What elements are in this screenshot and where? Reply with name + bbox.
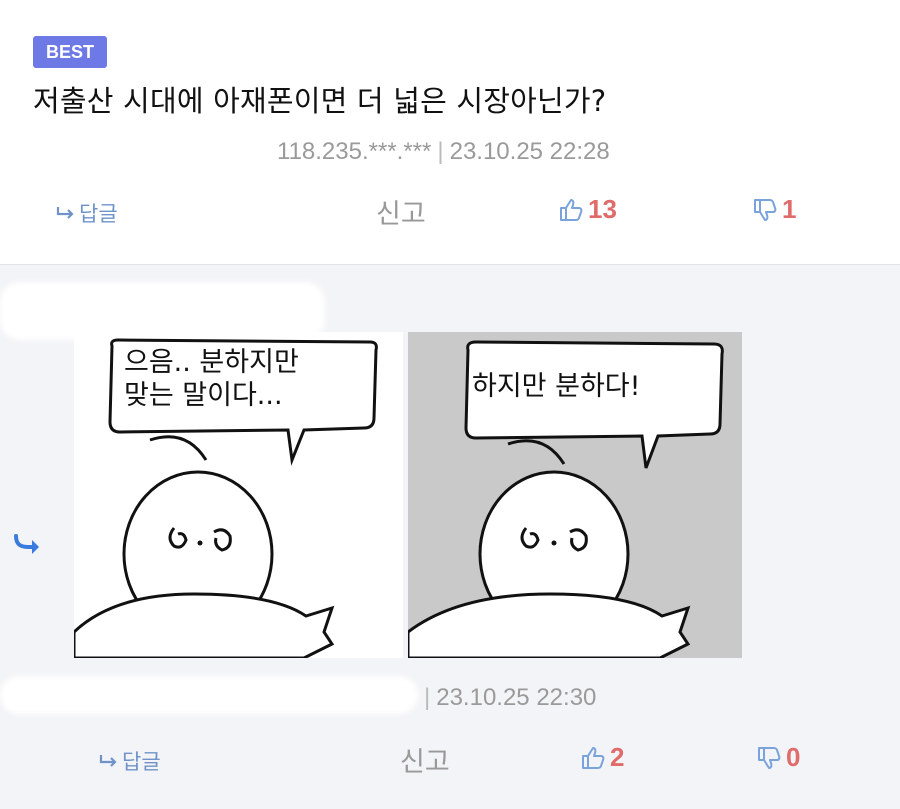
thumbs-down-icon xyxy=(758,746,781,769)
like-button[interactable]: 2 xyxy=(580,742,624,773)
meta-separator: | xyxy=(424,684,431,711)
dislike-count: 0 xyxy=(786,742,801,772)
redacted-ip xyxy=(0,676,418,714)
thumbs-down-icon xyxy=(754,198,777,221)
like-count: 2 xyxy=(610,742,625,772)
reply-meta: | 23.10.25 22:30 xyxy=(418,684,596,712)
reply-date: 23.10.25 22:30 xyxy=(436,684,597,711)
speech-bubble-left: 으음.. 분하지만 맞는 말이다... xyxy=(124,346,299,412)
reply-label: 답글 xyxy=(122,750,161,774)
like-count: 13 xyxy=(588,194,617,224)
comment-ip: 118.235.***.*** xyxy=(277,138,432,165)
thumbs-up-icon xyxy=(582,746,605,769)
reply-label: 답글 xyxy=(79,202,118,226)
meta-separator: | xyxy=(437,138,444,165)
report-button[interactable]: 신고 xyxy=(400,740,450,779)
best-comment: BEST 저출산 시대에 아재폰이면 더 넓은 시장아닌가? 118.235.*… xyxy=(0,0,900,264)
comment-text: 저출산 시대에 아재폰이면 더 넓은 시장아닌가? xyxy=(33,84,607,118)
reply-button[interactable]: 답글 xyxy=(98,746,161,776)
dislike-button[interactable]: 1 xyxy=(752,194,796,225)
speech-line-1: 으음.. 분하지만 xyxy=(124,347,299,378)
dislike-button[interactable]: 0 xyxy=(756,742,800,773)
dislike-count: 1 xyxy=(782,194,797,224)
report-button[interactable]: 신고 xyxy=(376,192,426,231)
best-badge: BEST xyxy=(33,36,108,68)
comment-actions: 답글 신고 13 1 xyxy=(0,190,900,230)
thumbs-up-icon xyxy=(560,198,583,221)
speech-line-2: 맞는 말이다... xyxy=(124,380,283,411)
nested-reply-icon xyxy=(14,534,39,554)
reply-actions: 답글 신고 2 0 xyxy=(0,740,900,780)
reply-button[interactable]: 답글 xyxy=(55,198,118,228)
comment-date: 23.10.25 22:28 xyxy=(449,138,610,165)
comic-panel-right: 하지만 분하다! xyxy=(408,332,742,658)
comic-panel-left: 으음.. 분하지만 맞는 말이다... xyxy=(74,332,403,658)
reply-arrow-icon xyxy=(99,755,117,767)
speech-bubble-right: 하지만 분하다! xyxy=(472,371,641,402)
comment-meta: 118.235.***.*** | 23.10.25 22:28 xyxy=(277,138,610,166)
like-button[interactable]: 13 xyxy=(558,194,617,225)
reply-arrow-icon xyxy=(56,207,74,219)
